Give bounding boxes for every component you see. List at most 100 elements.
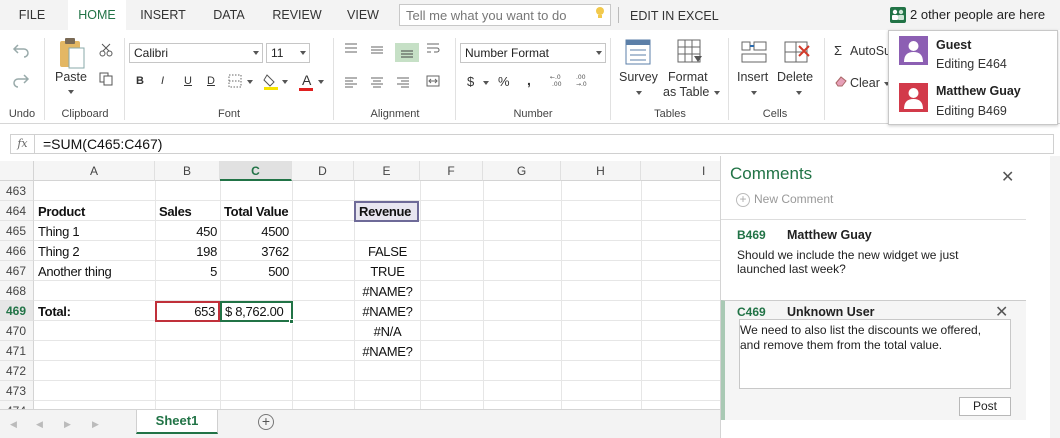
align-left-icon[interactable] bbox=[344, 76, 358, 88]
row-header[interactable]: 473 bbox=[0, 381, 34, 401]
align-right-icon[interactable] bbox=[396, 76, 410, 88]
insert-button[interactable]: Insert bbox=[737, 70, 768, 84]
tab-view[interactable]: VIEW bbox=[336, 0, 390, 30]
row-header[interactable]: 463 bbox=[0, 181, 34, 201]
row-header[interactable]: 465 bbox=[0, 221, 34, 241]
cell-a469[interactable]: Total: bbox=[35, 302, 155, 322]
active-comment-card[interactable]: C469 Unknown User ✕ We need to also list… bbox=[721, 300, 1026, 420]
tab-file[interactable]: FILE bbox=[0, 0, 64, 30]
column-header-f[interactable]: F bbox=[420, 161, 483, 181]
row-header[interactable]: 467 bbox=[0, 261, 34, 281]
double-underline-button[interactable]: D bbox=[207, 75, 215, 87]
tell-me-input[interactable]: Tell me what you want to do bbox=[399, 4, 611, 26]
italic-button[interactable]: I bbox=[161, 75, 164, 87]
cell-a465[interactable]: Thing 1 bbox=[35, 222, 155, 242]
currency-button[interactable]: $ bbox=[467, 74, 474, 89]
align-bottom-button[interactable] bbox=[395, 43, 419, 62]
cell-c467[interactable]: 500 bbox=[221, 262, 292, 282]
edit-in-excel-button[interactable]: EDIT IN EXCEL bbox=[630, 0, 719, 30]
comma-button[interactable]: , bbox=[527, 72, 531, 88]
paste-icon[interactable] bbox=[58, 36, 86, 70]
row-header[interactable]: 472 bbox=[0, 361, 34, 381]
sheet-tab-sheet1[interactable]: Sheet1 bbox=[136, 410, 218, 434]
comment-cell-ref[interactable]: B469 bbox=[737, 228, 766, 242]
bold-button[interactable]: B bbox=[136, 75, 144, 87]
cell-e469[interactable]: #NAME? bbox=[355, 302, 420, 322]
cell-a467[interactable]: Another thing bbox=[35, 262, 155, 282]
cell-e467[interactable]: TRUE bbox=[355, 262, 420, 282]
survey-icon[interactable] bbox=[624, 38, 652, 66]
borders-dropdown-arrow[interactable] bbox=[247, 80, 253, 84]
cell-c464[interactable]: Total Value bbox=[221, 202, 292, 222]
format-as-table-button[interactable]: Format bbox=[668, 70, 708, 84]
cell-c466[interactable]: 3762 bbox=[221, 242, 292, 262]
copy-icon[interactable] bbox=[99, 72, 113, 86]
borders-icon[interactable] bbox=[228, 74, 242, 88]
row-header[interactable]: 464 bbox=[0, 201, 34, 221]
cell-c465[interactable]: 4500 bbox=[221, 222, 292, 242]
format-as-table-icon[interactable] bbox=[676, 38, 704, 66]
align-middle-icon[interactable] bbox=[370, 44, 384, 56]
column-header-e[interactable]: E bbox=[354, 161, 420, 181]
format-as-table-dropdown-arrow[interactable] bbox=[714, 91, 720, 95]
cell-a466[interactable]: Thing 2 bbox=[35, 242, 155, 262]
cell-a464[interactable]: Product bbox=[35, 202, 155, 222]
tab-insert[interactable]: INSERT bbox=[132, 0, 194, 30]
insert-dropdown-arrow[interactable] bbox=[751, 91, 757, 95]
cell-b465[interactable]: 450 bbox=[156, 222, 220, 242]
percent-button[interactable]: % bbox=[498, 74, 510, 89]
redo-icon[interactable] bbox=[12, 72, 30, 88]
font-color-button[interactable]: A bbox=[302, 72, 311, 88]
fill-color-icon[interactable] bbox=[262, 72, 280, 90]
spreadsheet-grid[interactable]: A B C D E F G H I 463 464 465 466 467 46… bbox=[0, 161, 720, 409]
next-sheet-icon[interactable]: ▶ bbox=[64, 419, 71, 430]
font-name-select[interactable]: Calibri bbox=[129, 43, 263, 63]
paste-dropdown-arrow[interactable] bbox=[68, 90, 74, 94]
fill-handle[interactable] bbox=[289, 319, 294, 324]
row-header[interactable]: 470 bbox=[0, 321, 34, 341]
column-header-a[interactable]: A bbox=[34, 161, 155, 181]
row-header[interactable]: 466 bbox=[0, 241, 34, 261]
cut-icon[interactable] bbox=[99, 43, 113, 57]
formula-input[interactable]: =SUM(C465:C467) bbox=[34, 134, 1054, 154]
insert-cells-icon[interactable] bbox=[740, 38, 768, 66]
cell-b464[interactable]: Sales bbox=[156, 202, 220, 222]
undo-icon[interactable] bbox=[12, 42, 30, 58]
row-header-selected[interactable]: 469 bbox=[0, 301, 34, 321]
comment-cell-ref[interactable]: C469 bbox=[737, 305, 766, 319]
cell-e464[interactable]: Revenue bbox=[354, 201, 419, 222]
row-header[interactable]: 471 bbox=[0, 341, 34, 361]
cell-e468[interactable]: #NAME? bbox=[355, 282, 420, 302]
cell-b469[interactable]: 653 bbox=[155, 301, 220, 322]
merge-center-icon[interactable] bbox=[426, 74, 440, 88]
tab-data[interactable]: DATA bbox=[200, 0, 258, 30]
close-icon[interactable]: ✕ bbox=[1001, 167, 1014, 187]
plus-icon[interactable]: + bbox=[736, 193, 750, 207]
number-format-select[interactable]: Number Format bbox=[460, 43, 606, 63]
column-header-d[interactable]: D bbox=[292, 161, 354, 181]
fx-icon[interactable]: fx bbox=[10, 134, 34, 154]
align-center-icon[interactable] bbox=[370, 76, 384, 88]
comment-reply-input[interactable]: We need to also list the discounts we of… bbox=[739, 319, 1011, 389]
first-sheet-icon[interactable]: ◀ bbox=[10, 419, 17, 430]
delete-button[interactable]: Delete bbox=[777, 70, 813, 84]
cell-e470[interactable]: #N/A bbox=[355, 322, 420, 342]
font-color-dropdown-arrow[interactable] bbox=[318, 80, 324, 84]
clear-button[interactable]: Clear bbox=[850, 76, 880, 90]
people-icon[interactable] bbox=[890, 7, 906, 23]
decrease-decimal-icon[interactable]: .00→.0 bbox=[575, 72, 593, 88]
column-header-c[interactable]: C bbox=[220, 161, 292, 181]
font-size-select[interactable]: 11 bbox=[266, 43, 310, 63]
column-header-g[interactable]: G bbox=[483, 161, 561, 181]
add-sheet-icon[interactable]: + bbox=[258, 414, 274, 430]
row-header[interactable]: 474 bbox=[0, 401, 34, 409]
survey-dropdown-arrow[interactable] bbox=[636, 91, 642, 95]
autosum-button[interactable]: AutoSu bbox=[850, 44, 891, 58]
cell-b466[interactable]: 198 bbox=[156, 242, 220, 262]
underline-button[interactable]: U bbox=[184, 75, 192, 87]
cell-b467[interactable]: 5 bbox=[156, 262, 220, 282]
delete-dropdown-arrow[interactable] bbox=[796, 91, 802, 95]
row-header[interactable]: 468 bbox=[0, 281, 34, 301]
currency-dropdown-arrow[interactable] bbox=[483, 81, 489, 85]
column-header-i[interactable]: I bbox=[641, 161, 720, 181]
